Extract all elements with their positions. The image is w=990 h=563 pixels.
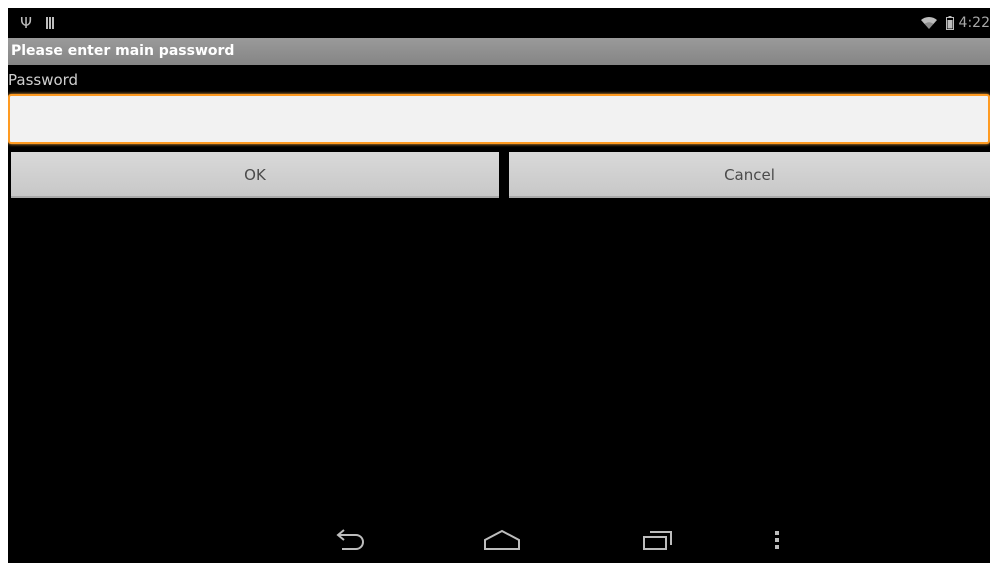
status-system: 4:22 (920, 13, 990, 33)
status-notifications: Ψ (18, 14, 55, 32)
battery-icon (945, 16, 954, 30)
back-icon[interactable] (330, 527, 368, 553)
status-bar: Ψ 4:22 (8, 8, 990, 38)
password-input[interactable] (8, 94, 990, 144)
recents-icon[interactable] (640, 527, 674, 553)
device-screen: Ψ 4:22 Please enter main password Passwo… (8, 8, 990, 563)
navigation-bar (8, 515, 990, 563)
dialog-title-bar: Please enter main password (8, 38, 990, 65)
cancel-button[interactable]: Cancel (509, 152, 990, 198)
wifi-icon (920, 16, 937, 29)
ok-button[interactable]: OK (11, 152, 499, 198)
dialog-title: Please enter main password (11, 43, 235, 59)
usb-icon: Ψ (20, 14, 32, 32)
home-icon[interactable] (482, 527, 522, 553)
storage-icon (46, 17, 55, 29)
menu-icon[interactable] (772, 527, 782, 553)
password-label: Password (8, 71, 79, 89)
status-clock: 4:22 (958, 15, 990, 31)
